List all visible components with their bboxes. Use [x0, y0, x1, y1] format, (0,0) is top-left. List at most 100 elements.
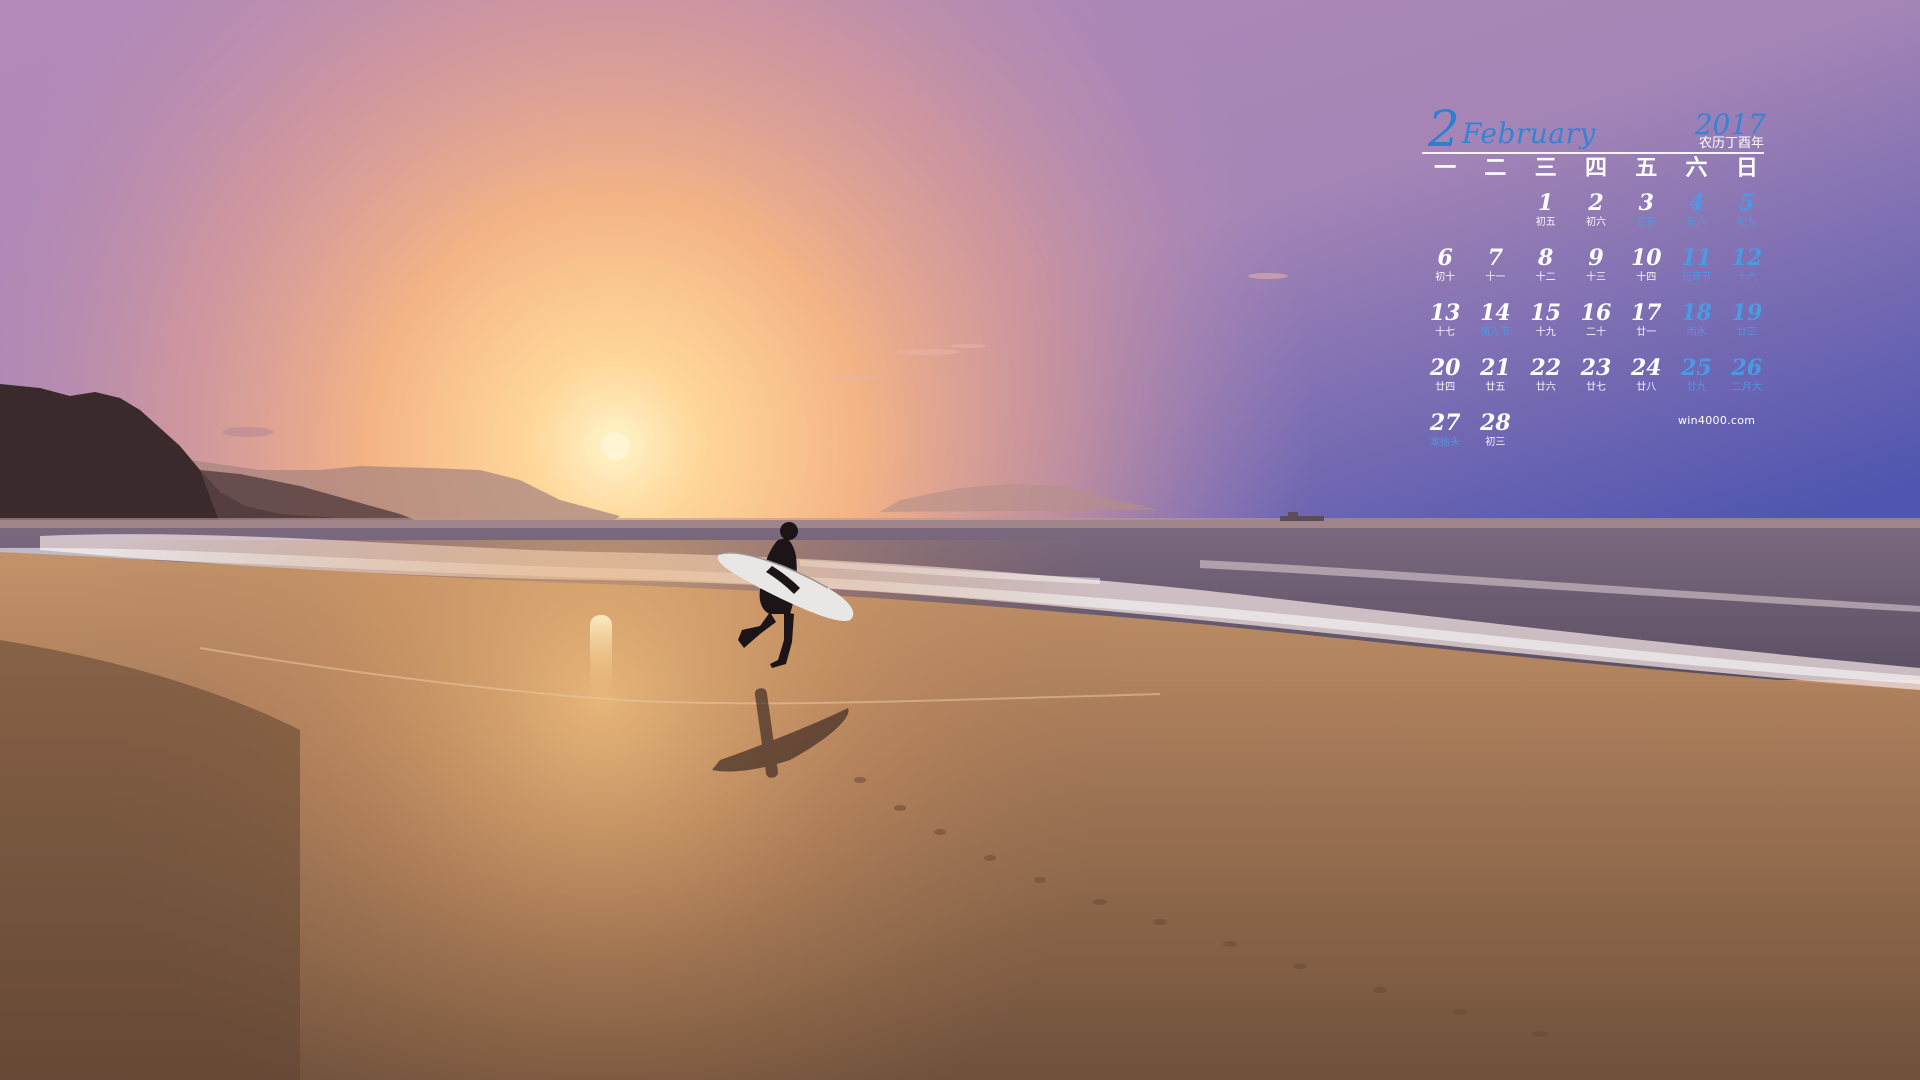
- day-cell: 25 廿九: [1671, 355, 1721, 410]
- weekday-fri: 五: [1635, 156, 1658, 181]
- lunar-date: 廿九: [1686, 382, 1707, 393]
- day-cell: 12 十六: [1722, 245, 1772, 300]
- day-cell: 8 十二: [1521, 245, 1571, 300]
- lunar-date: 十四: [1636, 272, 1657, 283]
- lunar-date: 二月大: [1731, 382, 1762, 393]
- day-number: 6: [1437, 245, 1453, 271]
- day-cell: 26 二月大: [1722, 355, 1772, 410]
- sun-reflection: [590, 615, 612, 695]
- day-cell: 23 廿七: [1571, 355, 1621, 410]
- month-number: 2: [1428, 100, 1460, 158]
- weekday-sun: 日: [1735, 156, 1758, 181]
- weekday-header: 一 二 三 四 五 六 日: [1420, 154, 1772, 184]
- day-number: 16: [1580, 300, 1612, 326]
- day-number: 11: [1681, 245, 1712, 271]
- day-number: 28: [1480, 410, 1511, 436]
- weekday-thu: 四: [1584, 156, 1607, 181]
- day-cell: 27 龙抬头: [1420, 410, 1470, 465]
- day-cell: 11 元宵节: [1671, 245, 1721, 300]
- lunar-date: 雨水: [1686, 327, 1707, 338]
- lunar-date: 十三: [1585, 272, 1606, 283]
- calendar-overlay: 2 February 2017 农历丁酉年 一 二 三 四 五 六 日 1 初五 …: [1420, 104, 1772, 470]
- day-number: 13: [1429, 300, 1461, 326]
- day-grid: 1 初五 2 初六 3 立春 4 初八 5 初九 6 初十 7 十一 8 十二 9 十三 10 十四…: [1420, 190, 1772, 470]
- lunar-date: 十一: [1485, 272, 1506, 283]
- month-name: February: [1462, 117, 1596, 150]
- day-cell: 28 初三: [1470, 410, 1520, 465]
- lunar-date: 十九: [1535, 327, 1556, 338]
- weekday-sat: 六: [1685, 156, 1708, 181]
- lunar-date: 立春: [1636, 217, 1657, 228]
- day-cell: 7 十一: [1470, 245, 1520, 300]
- lunar-date: 廿六: [1535, 382, 1556, 393]
- day-cell: 24 廿八: [1621, 355, 1671, 410]
- day-number: 7: [1487, 245, 1504, 271]
- day-number: 9: [1588, 245, 1604, 271]
- day-cell: 6 初十: [1420, 245, 1470, 300]
- day-cell: 21 廿五: [1470, 355, 1520, 410]
- lunar-date: 龙抬头: [1430, 437, 1461, 448]
- day-number: 25: [1681, 355, 1712, 381]
- day-number: 14: [1480, 300, 1511, 326]
- day-number: 19: [1731, 300, 1763, 326]
- day-cell: 2 初六: [1571, 190, 1621, 245]
- lunar-date: 十七: [1435, 327, 1456, 338]
- weekday-mon: 一: [1434, 156, 1457, 181]
- day-cell: 1 初五: [1521, 190, 1571, 245]
- day-number: 3: [1638, 190, 1654, 216]
- weekday-wed: 三: [1534, 156, 1557, 181]
- day-cell: 14 情人节: [1470, 300, 1520, 355]
- day-number: 17: [1630, 300, 1662, 326]
- lunar-date: 廿四: [1435, 382, 1456, 393]
- weekday-tue: 二: [1484, 156, 1507, 181]
- lunar-date: 廿一: [1636, 327, 1657, 338]
- day-number: 21: [1480, 355, 1511, 381]
- day-cell: [1470, 190, 1520, 245]
- lunar-date: 初六: [1585, 217, 1606, 228]
- lunar-date: 廿三: [1736, 327, 1757, 338]
- day-number: 20: [1429, 355, 1461, 381]
- lunar-date: 元宵节: [1681, 272, 1712, 283]
- day-number: 8: [1538, 245, 1554, 271]
- day-number: 22: [1530, 355, 1562, 381]
- lunar-date: 初九: [1736, 217, 1757, 228]
- lunar-date: 初十: [1435, 272, 1456, 283]
- day-number: 24: [1630, 355, 1662, 381]
- lunar-date: 初八: [1686, 217, 1707, 228]
- lunar-date: 廿五: [1485, 382, 1506, 393]
- distant-boat: [1280, 516, 1324, 521]
- day-number: 10: [1630, 245, 1662, 271]
- day-cell: 19 廿三: [1722, 300, 1772, 355]
- lunar-date: 廿七: [1585, 382, 1606, 393]
- day-cell: 20 廿四: [1420, 355, 1470, 410]
- day-number: 18: [1681, 300, 1712, 326]
- lunar-date: 初五: [1535, 217, 1556, 228]
- day-number: 26: [1731, 355, 1763, 381]
- site-watermark: win4000.com: [1678, 414, 1756, 427]
- lunar-year: 农历丁酉年: [1698, 136, 1764, 151]
- day-cell: 16 二十: [1571, 300, 1621, 355]
- day-number: 12: [1731, 245, 1763, 271]
- day-cell: 5 初九: [1722, 190, 1772, 245]
- day-number: 5: [1739, 190, 1755, 216]
- lunar-date: 二十: [1585, 327, 1606, 338]
- day-number: 1: [1538, 190, 1554, 216]
- day-number: 2: [1588, 190, 1604, 216]
- day-cell: 4 初八: [1671, 190, 1721, 245]
- lunar-date: 十二: [1535, 272, 1556, 283]
- day-cell: 18 雨水: [1671, 300, 1721, 355]
- day-cell: 15 十九: [1521, 300, 1571, 355]
- day-number: 23: [1580, 355, 1612, 381]
- lunar-date: 廿八: [1636, 382, 1657, 393]
- day-cell: 13 十七: [1420, 300, 1470, 355]
- day-cell: 9 十三: [1571, 245, 1621, 300]
- day-cell: [1420, 190, 1470, 245]
- day-number: 15: [1530, 300, 1562, 326]
- day-cell: 17 廿一: [1621, 300, 1671, 355]
- day-number: 27: [1429, 410, 1461, 436]
- lunar-date: 十六: [1736, 272, 1757, 283]
- day-cell: 22 廿六: [1521, 355, 1571, 410]
- day-number: 4: [1688, 190, 1705, 216]
- day-cell: 3 立春: [1621, 190, 1671, 245]
- lunar-date: 情人节: [1480, 327, 1511, 338]
